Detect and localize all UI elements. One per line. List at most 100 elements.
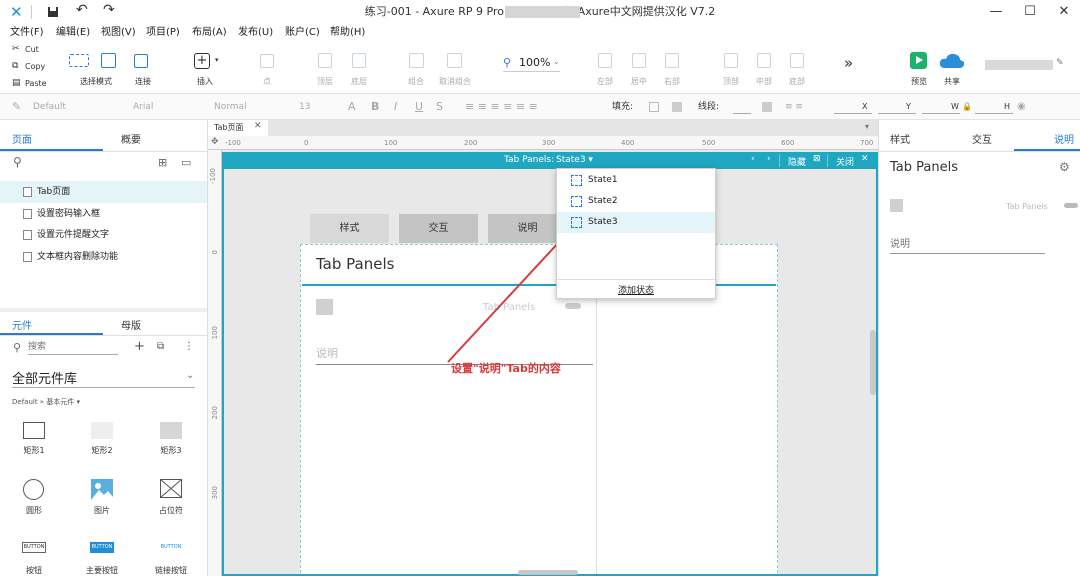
maximize-button[interactable]: ☐ <box>1012 0 1048 24</box>
page-item-delete[interactable]: 文本框内容删除功能 <box>0 246 207 268</box>
next-state-icon[interactable]: › <box>767 154 771 164</box>
fill-color-swatch[interactable] <box>649 102 659 112</box>
menu-project[interactable]: 项目(P) <box>146 24 180 42</box>
tab-pages[interactable]: 页面 <box>12 131 32 146</box>
top-layer-icon[interactable] <box>318 53 332 68</box>
widget-link-button[interactable]: BUTTON 链接按钮 <box>141 538 201 576</box>
point-icon[interactable] <box>260 54 274 68</box>
add-library-icon[interactable]: + <box>134 339 145 354</box>
cut-icon[interactable]: ✂ <box>12 44 20 54</box>
style-select[interactable]: Default <box>33 94 66 120</box>
tab-outline[interactable]: 概要 <box>121 131 141 146</box>
widget-primary-button[interactable]: BUTTON 主要按钮 <box>72 538 132 576</box>
hide-icon[interactable]: ⊠ <box>813 154 821 164</box>
insert-plus-icon[interactable]: + <box>194 53 210 69</box>
align-right-icon[interactable] <box>665 53 679 68</box>
notes-toggle-icon[interactable] <box>1064 203 1078 208</box>
doc-tab-close-icon[interactable]: ✕ <box>254 121 262 131</box>
visibility-eye-icon[interactable]: ◉ <box>1017 94 1026 120</box>
select-contain-icon[interactable] <box>101 53 116 68</box>
add-state-link[interactable]: 添加状态 <box>557 283 715 296</box>
font-select[interactable]: Arial <box>133 94 153 120</box>
align-lines-icon[interactable]: ≡ ≡ ≡ ≡ ≡ ≡ <box>465 94 538 120</box>
menu-view[interactable]: 视图(V) <box>101 24 136 42</box>
hide-button[interactable]: 隐藏 <box>788 155 806 168</box>
library-select-icon[interactable]: ⌄ <box>186 370 194 381</box>
style-brush-icon[interactable]: ✎ <box>12 94 21 120</box>
page-item-hint[interactable]: 设置元件提醒文字 <box>0 224 207 246</box>
library-select[interactable]: 全部元件库 <box>12 368 77 387</box>
share-cloud-icon[interactable] <box>939 52 965 69</box>
page-search-icon[interactable]: ⚲ <box>13 155 22 169</box>
minimize-button[interactable]: — <box>978 0 1014 24</box>
page-item-password[interactable]: 设置密码输入框 <box>0 203 207 225</box>
add-page-icon[interactable]: ⊞ <box>158 156 167 169</box>
state-item-2[interactable]: State2 <box>557 191 715 212</box>
widget-rect1[interactable]: 矩形1 <box>4 418 64 463</box>
state-item-1[interactable]: State1 <box>557 170 715 191</box>
bottom-layer-icon[interactable] <box>352 53 366 68</box>
align-top-icon[interactable] <box>724 53 738 68</box>
align-bottom-icon[interactable] <box>790 53 804 68</box>
widget-circle[interactable]: 圆形 <box>4 477 64 522</box>
add-folder-icon[interactable]: ▭ <box>181 156 191 169</box>
underline-button[interactable]: U <box>415 94 423 120</box>
cut-button[interactable]: Cut <box>25 45 39 54</box>
widget-image[interactable]: 图片 <box>72 477 132 522</box>
tab-interactions[interactable]: 交互 <box>972 131 992 146</box>
widget-search-input[interactable] <box>28 340 118 355</box>
lock-ratio-icon[interactable]: 🔒 <box>962 94 972 120</box>
select-intersect-icon[interactable] <box>69 54 89 67</box>
menu-layout[interactable]: 布局(A) <box>192 24 227 42</box>
tab-style[interactable]: 样式 <box>890 131 910 146</box>
canvas-scrollbar-horizontal[interactable] <box>518 570 578 575</box>
widget-rect3[interactable]: 矩形3 <box>141 418 201 463</box>
italic-button[interactable]: I <box>394 94 397 120</box>
line-style-icon[interactable]: ≡ ≡ <box>785 94 803 120</box>
canvas-scrollbar-vertical[interactable] <box>870 330 876 395</box>
menu-publish[interactable]: 发布(U) <box>238 24 273 42</box>
widget-placeholder[interactable]: 占位符 <box>141 477 201 522</box>
menu-edit[interactable]: 编辑(E) <box>56 24 90 42</box>
account-avatar[interactable] <box>985 60 1053 70</box>
font-size-select[interactable]: 13 <box>299 94 310 120</box>
tab-widgets[interactable]: 元件 <box>12 317 32 332</box>
zoom-value[interactable]: 100% <box>519 56 550 69</box>
align-left-icon[interactable] <box>598 53 612 68</box>
paste-button[interactable]: Paste <box>25 79 47 88</box>
prev-state-icon[interactable]: ‹ <box>751 154 755 164</box>
fill-shadow-swatch[interactable] <box>672 102 682 112</box>
align-middle-icon[interactable] <box>757 53 771 68</box>
insert-dropdown-icon[interactable]: ▾ <box>215 56 219 64</box>
widget-rect2[interactable]: 矩形2 <box>72 418 132 463</box>
doc-tab[interactable]: Tab页面 ✕ <box>208 120 268 136</box>
menu-file[interactable]: 文件(F) <box>10 24 44 42</box>
library-breadcrumb[interactable]: Default » 基本元件 ▾ <box>12 397 80 407</box>
account-edit-icon[interactable]: ✎ <box>1056 58 1064 68</box>
line-width-field[interactable] <box>733 102 751 114</box>
strike-button[interactable]: S <box>436 94 443 120</box>
panel-state-select[interactable]: State3 ▾ <box>556 155 593 165</box>
state-item-3[interactable]: State3 <box>557 212 715 233</box>
line-color-swatch[interactable] <box>762 102 772 112</box>
copy-icon[interactable]: ⧉ <box>12 61 18 71</box>
connect-icon[interactable] <box>134 54 148 68</box>
widget-button[interactable]: BUTTON 按钮 <box>4 538 64 576</box>
ungroup-icon[interactable] <box>447 53 462 68</box>
menu-account[interactable]: 账户(C) <box>285 24 320 42</box>
page-item-tab[interactable]: Tab页面 <box>0 181 207 203</box>
paste-icon[interactable]: ▤ <box>12 78 21 88</box>
library-copy-icon[interactable]: ⧉ <box>157 341 164 352</box>
bold-button[interactable]: B <box>371 94 379 120</box>
align-center-icon[interactable] <box>632 53 646 68</box>
menu-help[interactable]: 帮助(H) <box>330 24 365 42</box>
notes-description-input[interactable] <box>890 236 1045 254</box>
close-edit-icon[interactable]: ✕ <box>861 154 869 164</box>
close-edit-button[interactable]: 关闭 <box>836 155 854 168</box>
tab-masters[interactable]: 母版 <box>121 317 141 332</box>
weight-select[interactable]: Normal <box>214 94 247 120</box>
tab-notes[interactable]: 说明 <box>1054 131 1074 146</box>
more-tools-button[interactable]: » <box>844 54 853 72</box>
doc-tabs-menu-icon[interactable]: ▾ <box>865 122 869 131</box>
close-button[interactable]: ✕ <box>1046 0 1080 24</box>
